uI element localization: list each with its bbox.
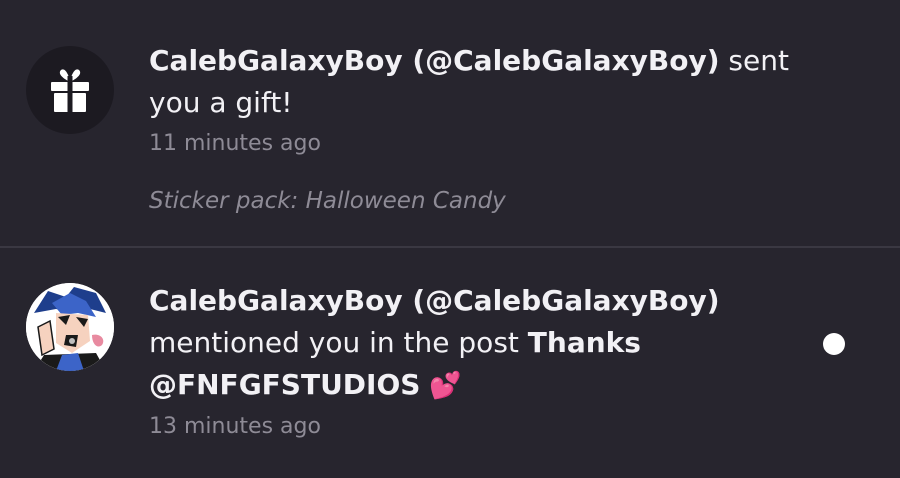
notification-gift[interactable]: CalebGalaxyBoy (@CalebGalaxyBoy) sent yo… xyxy=(0,0,900,246)
gift-icon-avatar xyxy=(26,46,114,134)
notification-content: CalebGalaxyBoy (@CalebGalaxyBoy) mention… xyxy=(149,280,789,441)
sender-name[interactable]: CalebGalaxyBoy (@CalebGalaxyBoy) xyxy=(149,44,720,77)
gift-icon xyxy=(51,69,89,112)
notification-time: 13 minutes ago xyxy=(149,414,321,439)
user-avatar[interactable] xyxy=(26,283,114,371)
notification-content: CalebGalaxyBoy (@CalebGalaxyBoy) sent yo… xyxy=(149,40,789,216)
notification-mention[interactable]: CalebGalaxyBoy (@CalebGalaxyBoy) mention… xyxy=(0,248,900,478)
unread-indicator xyxy=(823,333,845,355)
notification-action: mentioned you in the post xyxy=(149,326,528,359)
notifications-feed: CalebGalaxyBoy (@CalebGalaxyBoy) sent yo… xyxy=(0,0,900,478)
notification-message: CalebGalaxyBoy (@CalebGalaxyBoy) mention… xyxy=(149,280,789,407)
two-hearts-emoji: 💕 xyxy=(429,371,462,401)
sender-name[interactable]: CalebGalaxyBoy (@CalebGalaxyBoy) xyxy=(149,284,720,317)
notification-message: CalebGalaxyBoy (@CalebGalaxyBoy) sent yo… xyxy=(149,40,789,124)
notification-time: 11 minutes ago xyxy=(149,131,321,156)
gift-description: Sticker pack: Halloween Candy xyxy=(149,188,506,214)
avatar-image xyxy=(26,283,114,371)
